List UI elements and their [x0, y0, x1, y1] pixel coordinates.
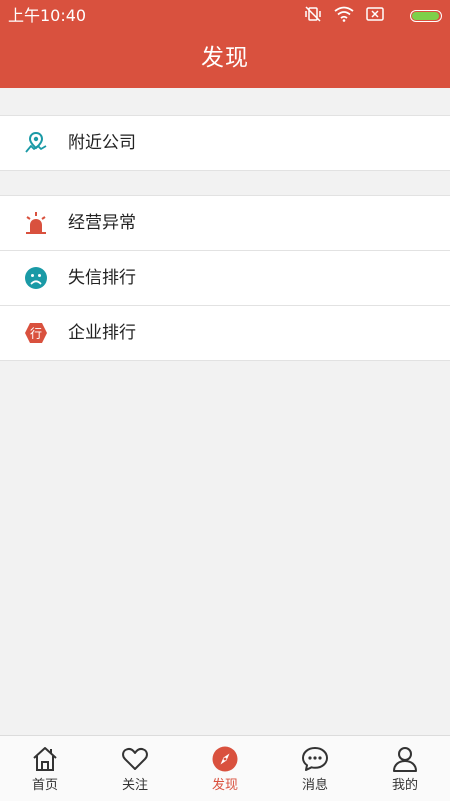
status-time: 上午10:40	[8, 6, 87, 25]
status-icons	[292, 5, 442, 27]
menu-item-dishonest-ranking[interactable]: 失信排行	[0, 250, 450, 305]
battery-fill	[412, 12, 439, 20]
battery-icon	[410, 10, 442, 22]
status-bar: 上午10:40	[0, 0, 450, 32]
tab-label: 关注	[121, 778, 148, 793]
alarm-light-icon	[24, 211, 48, 235]
hexagon-rank-icon: 行	[24, 321, 48, 345]
vibrate-off-icon	[304, 5, 322, 27]
sad-face-icon	[24, 266, 48, 290]
hexagon-rank-glyph: 行	[30, 327, 42, 341]
menu-item-label: 失信排行	[68, 268, 136, 288]
tab-label: 消息	[301, 778, 328, 793]
tab-profile[interactable]: 我的	[360, 736, 450, 801]
chat-bubble-icon	[301, 745, 329, 773]
app-header: 上午10:40 发现	[0, 0, 450, 88]
location-pin-icon	[24, 131, 48, 155]
menu-item-label: 附近公司	[68, 133, 136, 153]
tab-follow[interactable]: 关注	[90, 736, 180, 801]
home-icon	[31, 745, 59, 773]
no-sim-icon	[366, 6, 384, 26]
compass-icon	[211, 745, 239, 773]
tab-discover[interactable]: 发现	[180, 736, 270, 801]
menu-item-label: 企业排行	[68, 323, 136, 343]
menu-item-label: 经营异常	[68, 213, 136, 233]
heart-icon	[121, 745, 149, 773]
wifi-icon	[334, 6, 354, 26]
discover-group-nearby: 附近公司	[0, 115, 450, 171]
tab-messages[interactable]: 消息	[270, 736, 360, 801]
tab-home[interactable]: 首页	[0, 736, 90, 801]
menu-item-nearby-companies[interactable]: 附近公司	[0, 116, 450, 170]
tab-label: 发现	[211, 778, 238, 793]
user-icon	[391, 745, 419, 773]
discover-group-rankings: 经营异常 失信排行 行 企业排行	[0, 195, 450, 361]
menu-item-enterprise-ranking[interactable]: 行 企业排行	[0, 305, 450, 360]
tab-label: 我的	[391, 778, 418, 793]
tab-label: 首页	[31, 778, 58, 793]
page-title: 发现	[201, 45, 249, 71]
menu-item-business-abnormal[interactable]: 经营异常	[0, 196, 450, 250]
bottom-tab-bar: 首页 关注 发现 消息 我的	[0, 735, 450, 801]
